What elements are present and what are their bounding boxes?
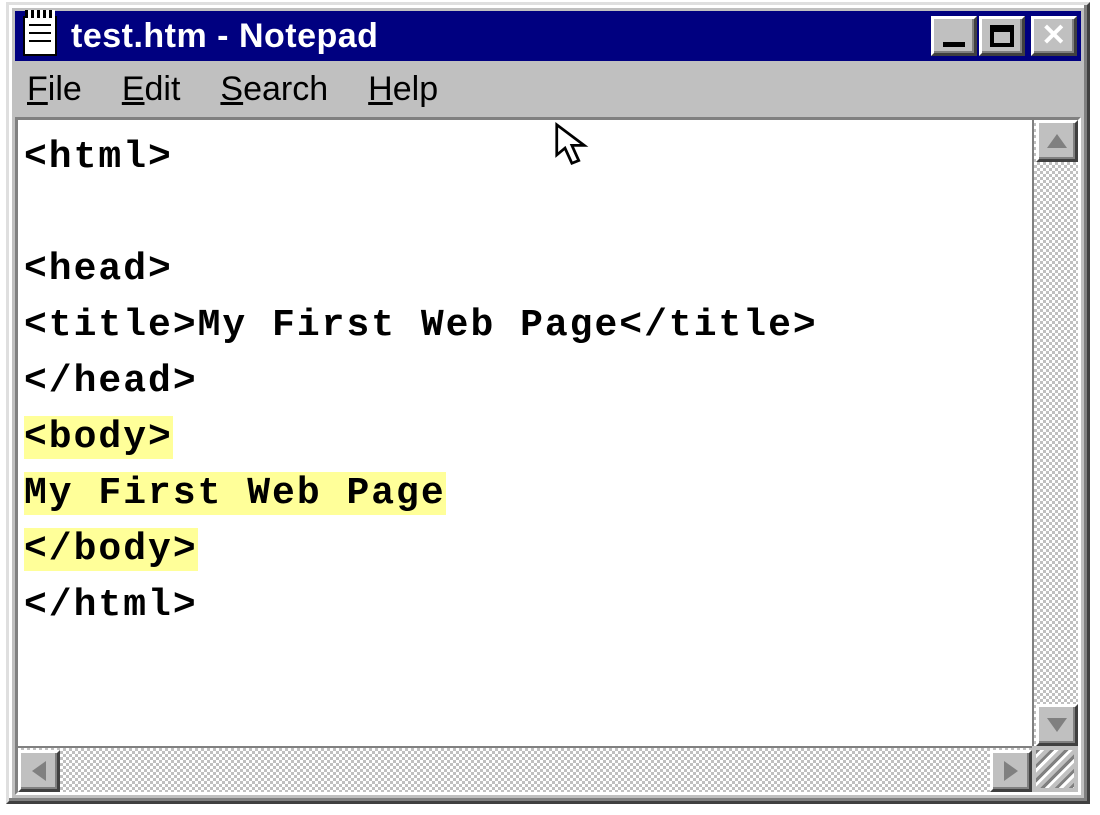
desktop: test.htm - Notepad ✕ File Edit Search He… [0,0,1100,815]
editor-line: </head> [24,354,1026,410]
editor-line: My First Web Page [24,466,1026,522]
arrow-left-icon [32,761,46,781]
menu-file[interactable]: File [27,70,82,109]
arrow-down-icon [1047,718,1067,732]
scroll-left-button[interactable] [18,750,60,792]
maximize-icon [990,25,1014,47]
scroll-right-button[interactable] [990,750,1032,792]
notepad-window: test.htm - Notepad ✕ File Edit Search He… [6,2,1090,804]
menu-help[interactable]: Help [368,70,438,109]
horizontal-scrollbar[interactable] [18,746,1032,792]
menu-edit[interactable]: Edit [122,70,181,109]
client-area: <html> <head><title>My First Web Page</t… [15,117,1081,795]
resize-grip[interactable] [1032,746,1078,792]
titlebar[interactable]: test.htm - Notepad ✕ [15,11,1081,61]
notepad-icon[interactable] [23,16,57,56]
menubar: File Edit Search Help [15,61,1081,117]
editor-line: <html> [24,130,1026,186]
editor-line: <body> [24,410,1026,466]
minimize-button[interactable] [931,16,977,56]
vertical-scrollbar[interactable] [1032,120,1078,746]
scroll-down-button[interactable] [1036,704,1078,746]
scroll-up-button[interactable] [1036,120,1078,162]
close-icon: ✕ [1041,21,1067,51]
text-editor[interactable]: <html> <head><title>My First Web Page</t… [18,120,1032,746]
editor-line: </html> [24,578,1026,634]
window-title: test.htm - Notepad [71,17,929,56]
editor-line: <title>My First Web Page</title> [24,298,1026,354]
maximize-button[interactable] [979,16,1025,56]
window-controls: ✕ [929,16,1077,56]
editor-line [24,186,1026,242]
minimize-icon [943,42,965,47]
menu-search[interactable]: Search [220,70,328,109]
editor-line: </body> [24,522,1026,578]
arrow-right-icon [1004,761,1018,781]
editor-line: <head> [24,242,1026,298]
arrow-up-icon [1047,134,1067,148]
close-button[interactable]: ✕ [1031,16,1077,56]
